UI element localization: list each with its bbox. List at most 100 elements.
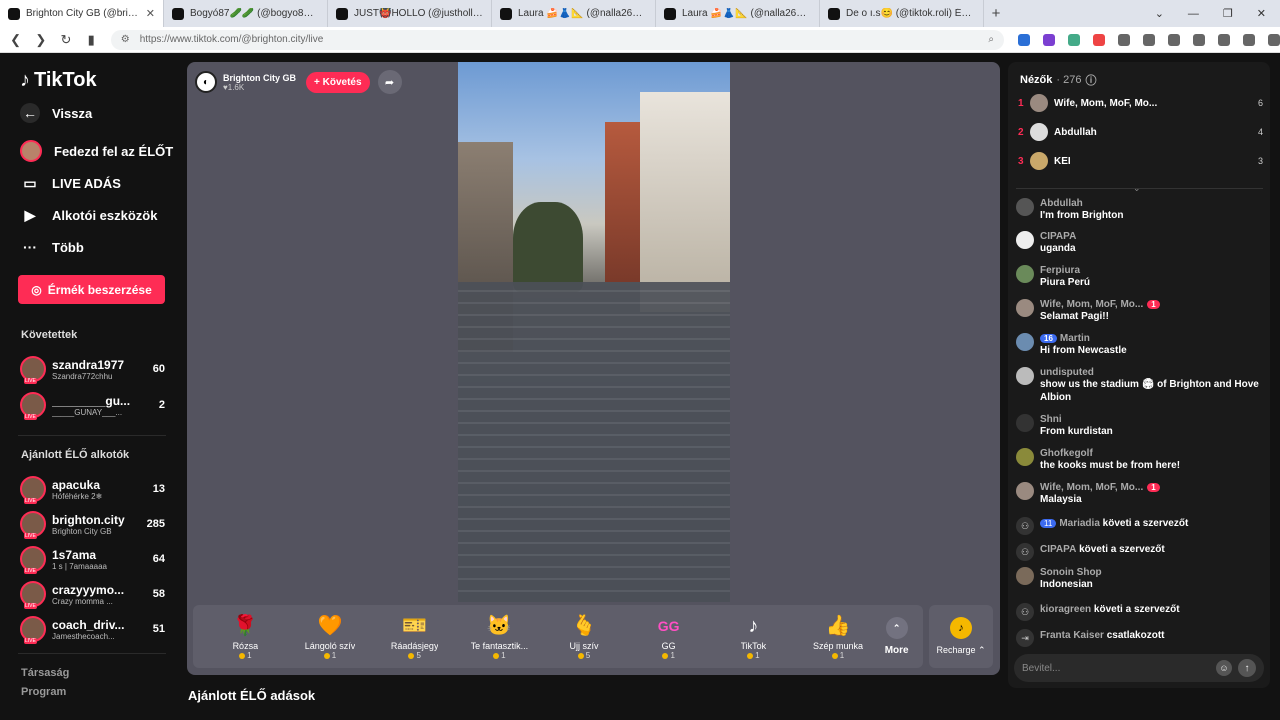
- browser-tab[interactable]: Laura 🍰👗📐 (@nalla2635) ÉLŐ adás: [656, 0, 820, 27]
- browser-tab[interactable]: De o ı.s😊 (@tiktok.roli) ÉLŐ adás: [820, 0, 984, 27]
- viewer-name: Abdullah: [1054, 126, 1097, 138]
- site-info-icon[interactable]: ⚙: [121, 34, 130, 45]
- gift-item[interactable]: 🧡 Lángoló szív 1: [292, 613, 368, 660]
- gift-item[interactable]: 🫰 Ujj szív 5: [546, 613, 622, 660]
- footer-link-company[interactable]: Társaság: [21, 667, 69, 679]
- chat-username[interactable]: Ghofkegolf: [1040, 448, 1264, 459]
- gift-item[interactable]: 🎫 Ráadásjegy 5: [377, 613, 453, 660]
- chat-username[interactable]: Sonoin Shop: [1040, 567, 1264, 578]
- divider: [18, 653, 166, 654]
- avatar[interactable]: [1016, 333, 1034, 351]
- following-user[interactable]: szandra1977Szandra772chhu 60: [20, 356, 165, 384]
- chat-username[interactable]: CIPAPA: [1040, 544, 1076, 555]
- recommended-user[interactable]: apacukaHóféhérke 2❄ 13: [20, 476, 165, 504]
- back-arrow-icon[interactable]: ❮: [6, 32, 25, 48]
- download-icon[interactable]: [1217, 33, 1230, 46]
- host-avatar[interactable]: ◐: [195, 71, 217, 93]
- chat-username[interactable]: CIPAPA: [1040, 231, 1264, 242]
- top-viewer-row[interactable]: 3 KEI 3: [1018, 152, 1263, 170]
- bookmark-icon[interactable]: ▮: [82, 32, 101, 48]
- top-viewer-row[interactable]: 1 Wife, Mom, MoF, Mo... 6: [1018, 94, 1263, 112]
- more-gifts-button[interactable]: ⌃ More: [885, 617, 909, 656]
- recommended-user[interactable]: brighton.cityBrighton City GB 285: [20, 511, 165, 539]
- chat-input[interactable]: Bevitel... ☺ ↑: [1014, 654, 1264, 682]
- avatar[interactable]: [1016, 231, 1034, 249]
- forward-arrow-icon[interactable]: ❯: [31, 32, 50, 48]
- new-tab-icon[interactable]: +: [984, 5, 1008, 22]
- info-icon[interactable]: ⓘ: [1085, 72, 1096, 88]
- live-link[interactable]: ▭ LIVE ADÁS: [20, 173, 120, 193]
- chat-username[interactable]: Franta Kaiser: [1040, 630, 1104, 641]
- wallet-icon[interactable]: [1192, 33, 1205, 46]
- reload-icon[interactable]: ↻: [56, 32, 75, 48]
- gift-item[interactable]: GG GG 1: [631, 613, 707, 660]
- restore-icon[interactable]: ❐: [1223, 7, 1233, 20]
- chat-message: Wife, Mom, MoF, Mo... 1 Selamat Pagi!!: [1016, 299, 1264, 323]
- avatar[interactable]: [1016, 367, 1034, 385]
- avatar[interactable]: [1016, 567, 1034, 585]
- tiktok-logo[interactable]: ♪ TikTok: [20, 69, 97, 92]
- browser-tab[interactable]: Brighton City GB (@brightoncity) ✕: [0, 0, 164, 27]
- gift-item[interactable]: 👍 Szép munka 1: [800, 613, 876, 660]
- get-coins-button[interactable]: ◎ Érmék beszerzése: [18, 275, 165, 304]
- menu-icon[interactable]: [1267, 33, 1280, 46]
- recommended-user[interactable]: crazyyymo...Crazy momma ... 58: [20, 581, 165, 609]
- explore-live-link[interactable]: Fedezd fel az ÉLŐT: [20, 140, 173, 162]
- follow-button[interactable]: + Követés: [306, 71, 370, 93]
- zoom-icon[interactable]: ⌕: [988, 34, 994, 45]
- avatar[interactable]: [1016, 414, 1034, 432]
- back-button[interactable]: ← Vissza: [20, 103, 92, 123]
- gift-name: Szép munka: [813, 641, 864, 651]
- url-field[interactable]: ⚙ https://www.tiktok.com/@brighton.city/…: [110, 29, 1004, 50]
- chat-username[interactable]: Mariadia: [1059, 518, 1100, 529]
- host-name[interactable]: Brighton City GB: [223, 73, 296, 83]
- browser-tab[interactable]: Laura 🍰👗📐 (@nalla2635) ÉLŐ adás: [492, 0, 656, 27]
- chat-username[interactable]: Wife, Mom, MoF, Mo...: [1040, 299, 1143, 310]
- recommended-user[interactable]: 1s7ama1 s | 7amaaaaa 64: [20, 546, 165, 574]
- following-user[interactable]: ________gu..._____GUNAY___... 2: [20, 392, 165, 420]
- browser-tab[interactable]: JUST👹HOLLO (@justholloadam) ÉLŐ: [328, 0, 492, 27]
- chat-username[interactable]: Shni: [1040, 414, 1264, 425]
- chat-username[interactable]: kioragreen: [1040, 604, 1091, 615]
- viewers-header[interactable]: Nézők · 276 ⓘ: [1020, 72, 1096, 88]
- extension-icon[interactable]: [1042, 33, 1055, 46]
- send-icon[interactable]: ↑: [1238, 659, 1256, 677]
- viewer-name: Wife, Mom, MoF, Mo...: [1054, 97, 1158, 109]
- tab-search-icon[interactable]: ⌄: [1155, 7, 1164, 20]
- chat-username[interactable]: Wife, Mom, MoF, Mo...: [1040, 482, 1143, 493]
- avatar[interactable]: [1016, 265, 1034, 283]
- share-icon[interactable]: ➦: [377, 70, 402, 94]
- chat-username[interactable]: undisputed: [1040, 367, 1264, 378]
- extension-icon[interactable]: [1067, 33, 1080, 46]
- extension-icon[interactable]: [1092, 33, 1105, 46]
- avatar[interactable]: [1016, 448, 1034, 466]
- top-viewer-row[interactable]: 2 Abdullah 4: [1018, 123, 1263, 141]
- gift-price: 1: [324, 651, 336, 660]
- chat-username[interactable]: Ferpiura: [1040, 265, 1264, 276]
- more-link[interactable]: ··· Több: [20, 237, 84, 257]
- avatar[interactable]: [1016, 299, 1034, 317]
- avatar[interactable]: [1016, 482, 1034, 500]
- puzzle-extension-icon[interactable]: [1117, 33, 1130, 46]
- chat-text: követi a szervezőt: [1079, 544, 1165, 555]
- shield-extension-icon[interactable]: [1017, 33, 1030, 46]
- browser-tab[interactable]: Bogyó87🥒🥒 (@bogyo87__) ÉLŐ adás: [164, 0, 328, 27]
- gift-item[interactable]: 🐱 Te fantasztik... 1: [461, 613, 537, 660]
- chat-username[interactable]: Martin: [1060, 333, 1090, 344]
- sidebar-icon[interactable]: [1167, 33, 1180, 46]
- close-window-icon[interactable]: ✕: [1257, 7, 1266, 20]
- recharge-button[interactable]: ♪ Recharge ⌃: [929, 605, 993, 668]
- extension-icon[interactable]: [1142, 33, 1155, 46]
- close-tab-icon[interactable]: ✕: [146, 7, 155, 20]
- gift-item[interactable]: 🌹 Rózsa 1: [207, 613, 283, 660]
- creator-tools-link[interactable]: ▶ Alkotói eszközök: [20, 205, 158, 225]
- chat-username[interactable]: Abdullah: [1040, 198, 1264, 209]
- emoji-icon[interactable]: ☺: [1216, 660, 1232, 676]
- minimize-icon[interactable]: —: [1188, 8, 1199, 20]
- gift-item[interactable]: ♪ TikTok 1: [715, 613, 791, 660]
- avatar[interactable]: [1016, 198, 1034, 216]
- footer-link-program[interactable]: Program: [21, 686, 66, 698]
- recommended-user[interactable]: coach_driv...Jamesthecoach... 51: [20, 616, 165, 644]
- vpn-icon[interactable]: [1242, 33, 1255, 46]
- live-video[interactable]: [458, 62, 730, 602]
